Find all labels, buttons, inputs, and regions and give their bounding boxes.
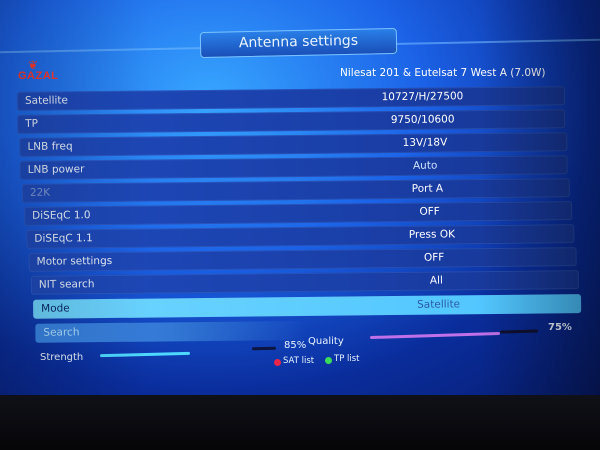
motor-settings-value: Press OK <box>408 228 456 241</box>
diseqc-11-value: OFF <box>419 205 440 218</box>
tp-value: 10727/H/27500 <box>381 90 464 104</box>
lnb-freq-value: 9750/10600 <box>390 113 455 127</box>
settings-list: Satellite 10727/H/27500 TP 9750/10600 LN… <box>0 0 600 395</box>
mode-value: All <box>429 274 443 287</box>
nit-search-value: OFF <box>423 251 445 264</box>
red-key-icon <box>274 359 281 366</box>
tv-bezel <box>0 395 600 450</box>
row-motor-settings[interactable]: Motor settings OFF <box>28 247 577 272</box>
lnb-power-value: 13V/18V <box>402 136 448 149</box>
row-mode[interactable]: Mode Satellite <box>33 294 582 319</box>
green-key-icon <box>325 357 332 364</box>
row-lnb-freq[interactable]: LNB freq 13V/18V <box>19 132 568 157</box>
22k-value: Auto <box>412 159 438 172</box>
row-lnb-power[interactable]: LNB power Auto <box>19 155 568 180</box>
search-value: Satellite <box>417 298 461 311</box>
strength-value: 85% <box>284 340 307 351</box>
row-tp[interactable]: TP 9750/10600 <box>17 109 566 134</box>
sat-list-label[interactable]: SAT list <box>283 356 314 366</box>
row-nit-search[interactable]: NIT search All <box>30 270 579 295</box>
strength-label: Strength <box>40 352 84 363</box>
row-diseqc-10[interactable]: DiSEqC 1.0 OFF <box>24 201 573 226</box>
quality-label: Quality <box>308 336 344 347</box>
tp-list-label[interactable]: TP list <box>334 354 360 364</box>
row-22k[interactable]: 22K Port A <box>21 178 570 203</box>
row-diseqc-11[interactable]: DiSEqC 1.1 Press OK <box>26 224 575 249</box>
diseqc-10-value: Port A <box>411 182 444 195</box>
screen: Antenna settings ❦ GAZAL Nilesat 201 & E… <box>0 0 600 395</box>
strength-bar-track <box>251 346 277 351</box>
row-satellite[interactable]: Satellite 10727/H/27500 <box>16 86 566 111</box>
quality-value: 75% <box>548 322 572 333</box>
